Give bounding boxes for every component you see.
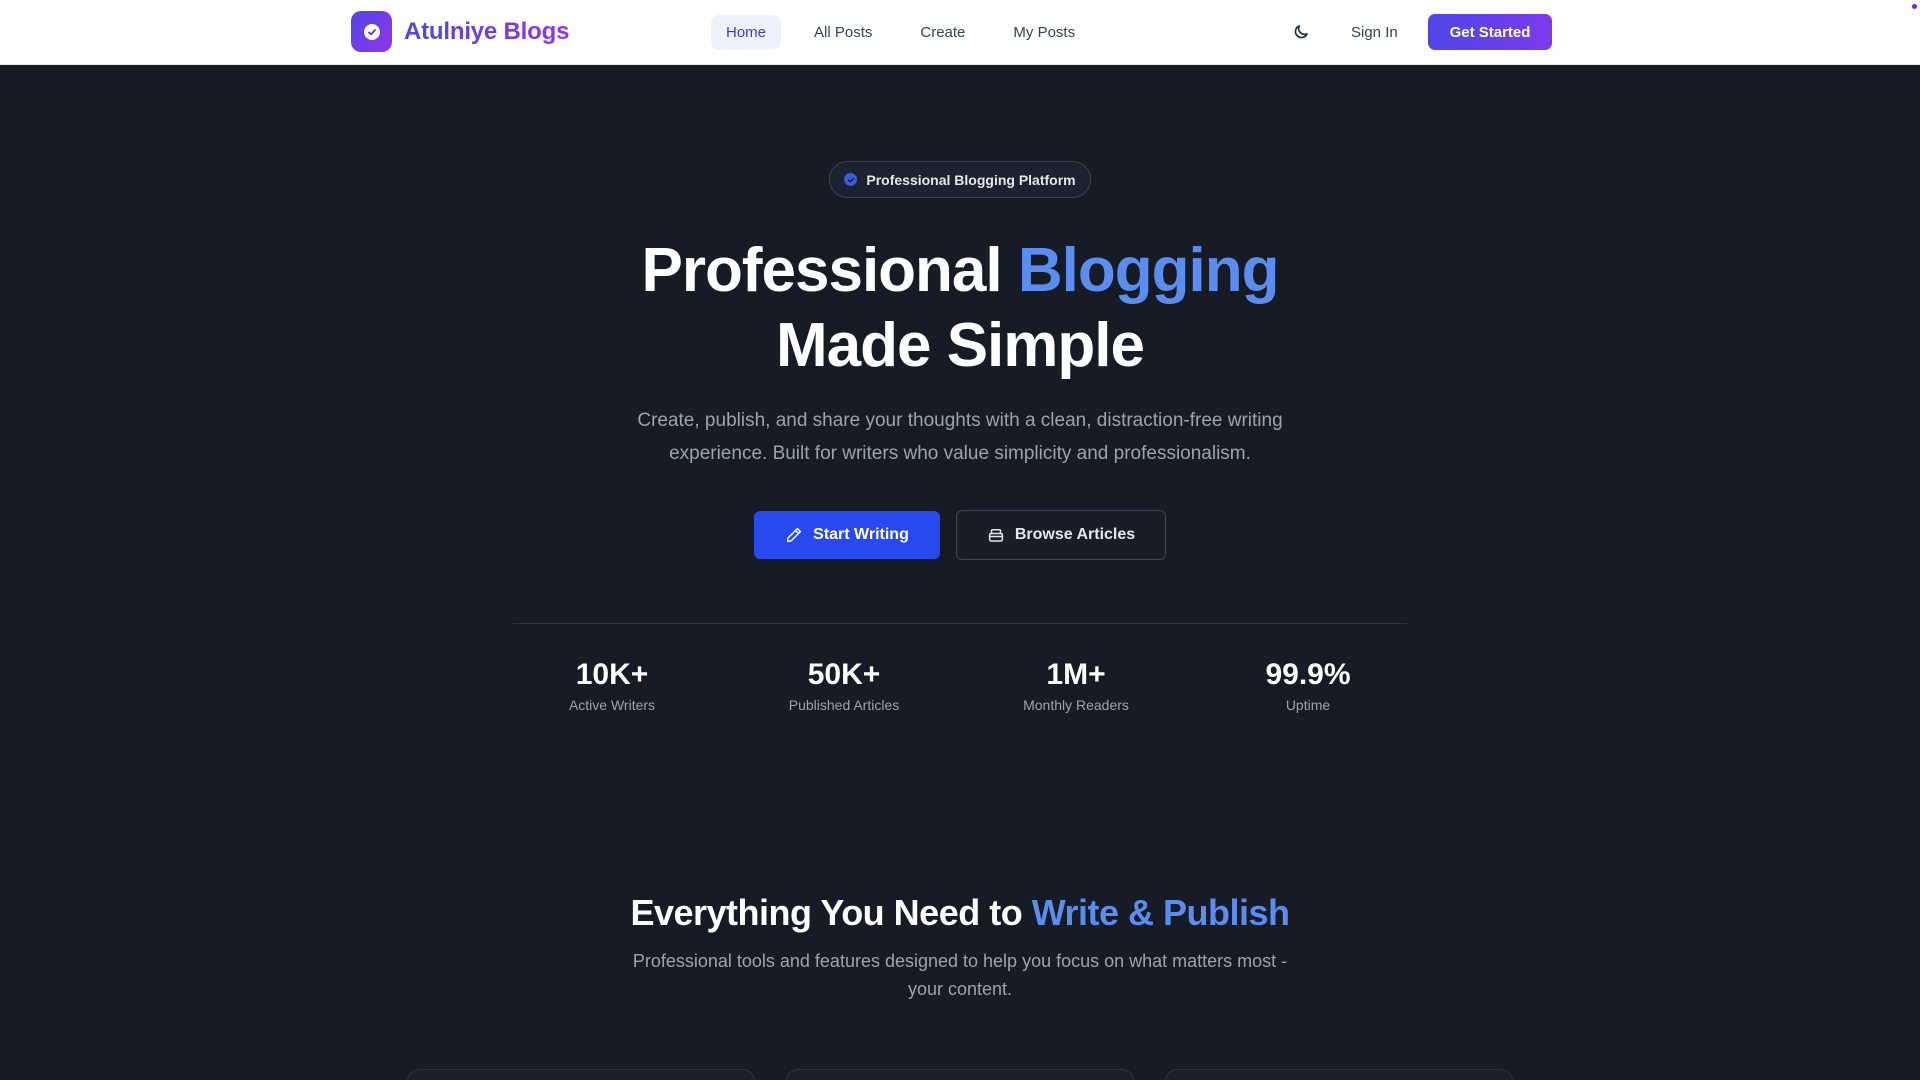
corner-dot xyxy=(1912,4,1917,9)
hero-title-accent: Blogging xyxy=(1017,236,1280,305)
brand-name: Atulniye Blogs xyxy=(404,17,570,45)
start-writing-label: Start Writing xyxy=(813,526,909,543)
feature-card xyxy=(786,1069,1134,1080)
hero-title-part1: Professional xyxy=(641,236,1018,305)
features-title: Everything You Need to Write & Publish xyxy=(0,891,1920,935)
hero-title: Professional Blogging Made Simple xyxy=(0,233,1920,383)
browse-articles-label: Browse Articles xyxy=(1014,526,1136,543)
stat-published-articles: 50K+ Published Articles xyxy=(734,657,954,713)
nav-link-create[interactable]: Create xyxy=(905,15,980,50)
features-title-accent: Write & Publish xyxy=(1031,892,1290,933)
features-subtitle: Professional tools and features designed… xyxy=(632,951,1288,999)
archive-icon xyxy=(987,526,1005,544)
sign-in-link[interactable]: Sign In xyxy=(1341,15,1408,50)
stat-value: 99.9% xyxy=(1265,658,1351,691)
pencil-icon xyxy=(785,526,803,544)
nav-link-home[interactable]: Home xyxy=(711,15,782,50)
features-title-part1: Everything You Need to xyxy=(630,892,1032,933)
hero-section: Professional Blogging Platform Professio… xyxy=(0,65,1920,1080)
nav-link-my-posts[interactable]: My Posts xyxy=(998,15,1090,50)
stat-active-writers: 10K+ Active Writers xyxy=(502,657,722,713)
feature-card xyxy=(1165,1069,1513,1080)
moon-icon xyxy=(1294,25,1308,39)
stats-divider xyxy=(513,623,1407,624)
browse-articles-button[interactable]: Browse Articles xyxy=(956,510,1166,560)
brand-link[interactable]: Atulniye Blogs xyxy=(351,11,569,52)
stat-value: 10K+ xyxy=(575,658,649,691)
feature-card xyxy=(407,1069,755,1080)
stat-monthly-readers: 1M+ Monthly Readers xyxy=(966,657,1186,713)
stat-label: Monthly Readers xyxy=(1023,697,1129,713)
theme-toggle-button[interactable] xyxy=(1286,17,1316,47)
stat-value: 1M+ xyxy=(1046,658,1106,691)
hero-title-line2: Made Simple xyxy=(776,311,1145,380)
start-writing-button[interactable]: Start Writing xyxy=(754,511,940,559)
navbar: Atulniye Blogs Home All Posts Create My … xyxy=(0,0,1920,65)
stat-label: Published Articles xyxy=(788,697,900,713)
hero-subtitle: Create, publish, and share your thoughts… xyxy=(637,410,1283,464)
main-nav: Home All Posts Create My Posts xyxy=(711,15,1108,50)
badge-check-icon xyxy=(844,173,858,186)
stat-uptime: 99.9% Uptime xyxy=(1198,657,1418,713)
stat-label: Uptime xyxy=(1285,697,1331,713)
get-started-button[interactable]: Get Started xyxy=(1428,14,1552,50)
stat-value: 50K+ xyxy=(807,658,881,691)
nav-link-all-posts[interactable]: All Posts xyxy=(799,15,887,50)
brand-logo-icon xyxy=(351,11,392,52)
stat-label: Active Writers xyxy=(568,697,656,713)
badge-text: Professional Blogging Platform xyxy=(866,171,1076,188)
platform-badge: Professional Blogging Platform xyxy=(829,161,1091,198)
